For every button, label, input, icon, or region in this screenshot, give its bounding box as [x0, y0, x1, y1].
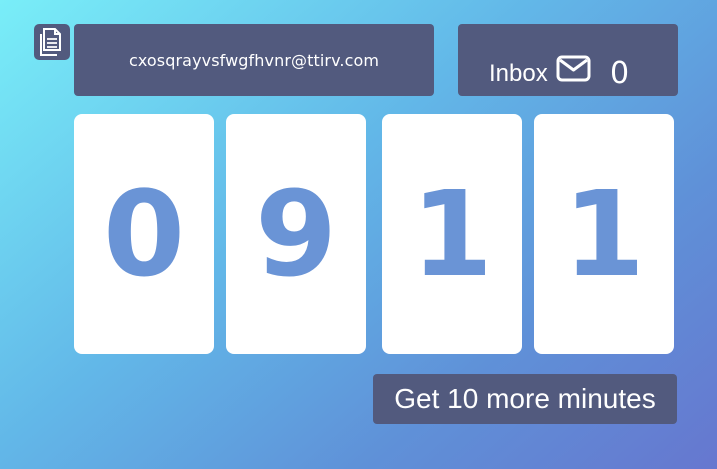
timer-digit: 0: [102, 165, 186, 303]
timer-digit-card: 1: [382, 114, 522, 354]
inbox-button[interactable]: Inbox 0: [458, 24, 678, 96]
email-address: cxosqrayvsfwgfhvnr@ttirv.com: [128, 50, 380, 70]
timer-digit: 9: [254, 165, 338, 303]
inbox-label: Inbox: [489, 60, 548, 87]
inbox-count: 0: [610, 56, 630, 91]
timer-digit: 1: [410, 165, 494, 303]
copy-document-icon: [40, 28, 61, 56]
get-more-minutes-button[interactable]: Get 10 more minutes: [373, 374, 677, 424]
copy-email-button[interactable]: [34, 24, 70, 60]
get-more-minutes-label: Get 10 more minutes: [394, 383, 656, 414]
email-address-box[interactable]: cxosqrayvsfwgfhvnr@ttirv.com: [74, 24, 434, 96]
timer-digit-card: 1: [534, 114, 674, 354]
timer-digit-card: 0: [74, 114, 214, 354]
envelope-icon: [556, 55, 591, 82]
timer-digit-card: 9: [226, 114, 366, 354]
timer-digit: 1: [562, 165, 646, 303]
